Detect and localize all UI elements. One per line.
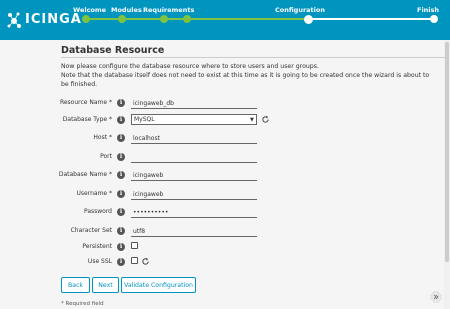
persistent-row: Persistent i	[0, 240, 444, 254]
step-requirements-end-dot	[183, 15, 191, 23]
database-name-input[interactable]	[131, 169, 257, 181]
step-welcome-label: Welcome	[73, 6, 107, 14]
step-configuration-label: Configuration	[275, 6, 325, 14]
password-label: Password	[83, 208, 112, 215]
resource-name-label: Resource Name *	[59, 99, 112, 106]
step-finish-dot	[430, 15, 438, 23]
required-field-note: * Required field	[61, 301, 104, 307]
character-set-label: Character Set	[70, 227, 112, 234]
progress-track-remaining	[309, 18, 434, 20]
page-title: Database Resource	[61, 45, 165, 56]
icinga-logo-text: icinga	[25, 12, 82, 27]
character-set-row: Character Set i	[0, 224, 444, 238]
use-ssl-row: Use SSL i	[0, 255, 444, 269]
step-welcome-dot	[82, 15, 90, 23]
info-icon[interactable]: i	[117, 99, 125, 107]
info-icon[interactable]: i	[117, 153, 125, 161]
step-requirements-label: Requirements	[143, 6, 195, 14]
use-ssl-label: Use SSL	[87, 258, 112, 265]
icinga-logo: icinga	[6, 9, 81, 31]
persistent-checkbox[interactable]	[131, 242, 138, 249]
back-button[interactable]: Back	[61, 277, 90, 293]
password-input[interactable]	[131, 206, 257, 218]
host-label: Host *	[93, 134, 112, 141]
step-modules-label: Modules	[111, 6, 142, 14]
refresh-icon[interactable]	[261, 115, 270, 124]
database-name-row: Database Name * i	[0, 168, 444, 182]
persistent-label: Persistent	[82, 243, 112, 250]
info-icon[interactable]: i	[117, 227, 125, 235]
step-finish-label: Finish	[417, 6, 440, 14]
icinga-logo-icon	[7, 12, 21, 28]
port-row: Port i	[0, 150, 444, 164]
info-icon[interactable]: i	[117, 243, 125, 251]
next-button[interactable]: Next	[92, 277, 119, 293]
username-label: Username *	[76, 190, 113, 197]
database-type-select[interactable]: MySQL	[131, 114, 257, 125]
validate-configuration-button[interactable]: Validate Configuration	[121, 277, 196, 293]
info-icon[interactable]: i	[117, 258, 125, 266]
intro-text: Now please configure the database resour…	[61, 62, 431, 89]
port-input[interactable]	[131, 151, 257, 163]
step-requirements-dot	[160, 15, 168, 23]
use-ssl-checkbox[interactable]	[131, 257, 138, 264]
scrollbar[interactable]	[444, 40, 450, 309]
double-chevron-icon[interactable]	[430, 291, 442, 303]
port-label: Port	[100, 153, 112, 160]
intro-line-1: Now please configure the database resour…	[61, 63, 319, 70]
resource-name-row: Resource Name * i	[0, 96, 444, 110]
title-divider	[61, 57, 445, 58]
intro-line-2: Note that the database itself does not n…	[61, 72, 430, 88]
character-set-input[interactable]	[131, 225, 257, 237]
step-modules-dot	[118, 15, 126, 23]
info-icon[interactable]: i	[117, 190, 125, 198]
info-icon[interactable]: i	[117, 134, 125, 142]
step-configuration-dot	[304, 14, 313, 24]
username-row: Username * i	[0, 187, 444, 201]
host-input[interactable]	[131, 132, 257, 144]
info-icon[interactable]: i	[117, 208, 125, 216]
username-input[interactable]	[131, 188, 257, 200]
resource-name-input[interactable]	[131, 97, 257, 109]
info-icon[interactable]: i	[117, 171, 125, 179]
database-type-row: Database Type * i MySQL ▼	[0, 113, 444, 127]
password-row: Password i	[0, 205, 444, 219]
scrollbar-thumb[interactable]	[445, 42, 449, 262]
info-icon[interactable]: i	[117, 116, 125, 124]
database-name-label: Database Name *	[58, 171, 112, 178]
wizard-header: icinga Welcome Modules Requirements Conf…	[0, 0, 450, 40]
refresh-icon[interactable]	[141, 257, 150, 266]
host-row: Host * i	[0, 131, 444, 145]
database-type-label: Database Type *	[62, 116, 112, 123]
